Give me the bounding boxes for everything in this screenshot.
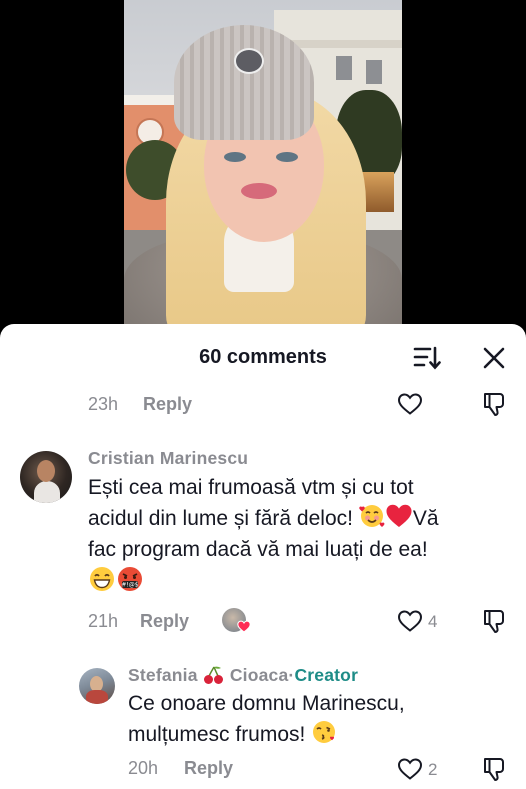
reply-button[interactable]: Reply	[184, 758, 233, 779]
face-blowing-a-kiss-emoji	[313, 721, 336, 743]
like-count: 4	[428, 612, 438, 631]
creator-liked-heart-icon	[237, 620, 251, 633]
grinning-face-emoji	[90, 567, 114, 591]
reply-author-last-name: Cioaca	[229, 665, 289, 685]
comment-text-line: acidul din lume și fără deloc! Vă	[88, 503, 508, 534]
reply-button[interactable]: Reply	[140, 611, 189, 632]
close-icon[interactable]	[481, 345, 507, 371]
reply-text-segment: mulțumesc frumos!	[128, 723, 306, 746]
lips	[241, 183, 277, 199]
svg-text:#!@$: #!@$	[121, 582, 138, 589]
comment-text-line: Ești cea mai frumoasă vtm și cu tot	[88, 476, 414, 499]
building-window	[366, 60, 382, 84]
video-player[interactable]	[0, 0, 526, 340]
comment-author[interactable]: Cristian Marinescu	[88, 448, 248, 469]
avatar[interactable]	[20, 451, 72, 503]
comment-text-segment: Vă	[412, 507, 439, 530]
reply-button[interactable]: Reply	[143, 394, 192, 415]
sort-icon[interactable]	[413, 345, 441, 371]
beanie-logo-patch	[234, 48, 264, 74]
building-window	[336, 56, 352, 80]
red-heart-emoji	[386, 504, 412, 527]
reply-author-first-name: Stefania	[128, 665, 198, 685]
reply-text-line: Ce onoare domnu Marinescu,	[128, 692, 405, 715]
smiling-face-with-hearts-emoji	[359, 505, 385, 527]
video-frame	[124, 0, 402, 340]
comment-text-line: fac program dacă vă mai luați de ea!	[88, 538, 428, 561]
thumbs-down-icon[interactable]	[481, 608, 507, 634]
knit-beanie	[174, 25, 314, 140]
comment-text-line: #!@$	[88, 565, 508, 598]
reply-timestamp: 20h	[128, 758, 159, 778]
eye	[224, 152, 246, 162]
comments-count-title: 60 comments	[199, 346, 327, 368]
reply-author[interactable]: Stefania Cioaca·Creator	[128, 665, 358, 686]
comment-timestamp: 23h	[88, 394, 119, 414]
creator-badge: Creator	[294, 665, 359, 685]
comment-text: Ești cea mai frumoasă vtm și cu tot acid…	[88, 472, 508, 598]
avatar-face	[37, 460, 55, 482]
eye	[276, 152, 298, 162]
comments-sheet: 60 comments 23h Reply Cristian Marinescu…	[0, 324, 526, 789]
like-count: 2	[428, 760, 438, 779]
avatar[interactable]	[79, 668, 115, 704]
face-with-symbols-on-mouth-emoji: #!@$	[118, 567, 142, 591]
avatar-clothes	[86, 690, 108, 704]
comment-text-segment: acidul din lume și fără deloc!	[88, 507, 353, 530]
cherries-emoji	[203, 666, 223, 684]
comment-timestamp: 21h	[88, 611, 119, 631]
reply-text: Ce onoare domnu Marinescu, mulțumesc fru…	[128, 688, 508, 750]
thumbs-down-icon[interactable]	[481, 756, 507, 782]
reply-text-line: mulțumesc frumos!	[128, 719, 508, 750]
avatar-shirt	[34, 481, 60, 503]
heart-outline-icon[interactable]	[397, 392, 423, 416]
thumbs-down-icon[interactable]	[481, 391, 507, 417]
heart-outline-icon[interactable]	[397, 757, 423, 781]
heart-outline-icon[interactable]	[397, 609, 423, 633]
